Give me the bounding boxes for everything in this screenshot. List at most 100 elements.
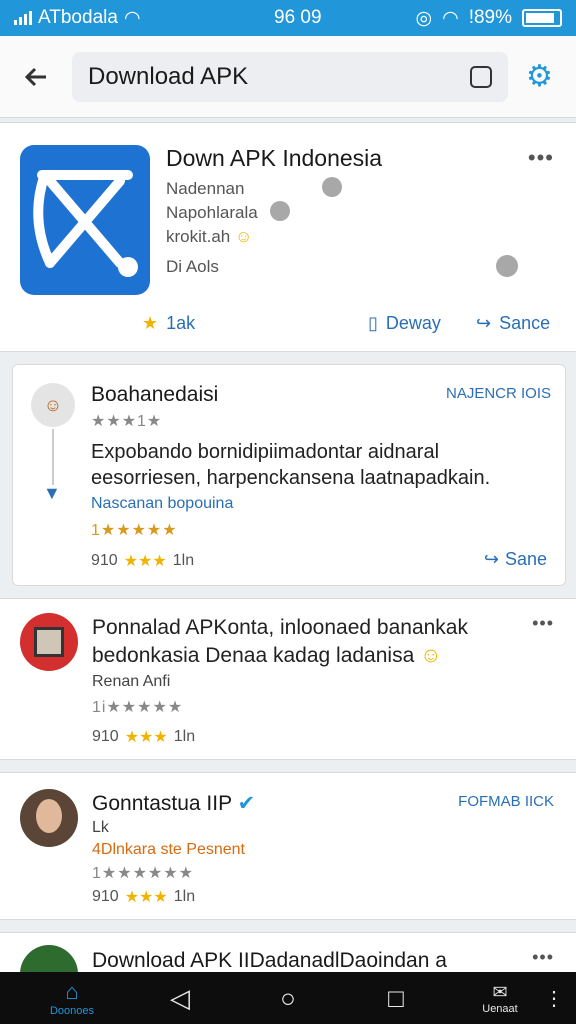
share-icon: ↪ — [476, 313, 492, 333]
review-body-line1: Expobando bornidipiimadontar aidnaral — [91, 441, 440, 463]
back-button[interactable]: ◁ — [160, 972, 200, 1024]
status-bar: ATbodala ◠ 96 09 ◎ ◠ !89% — [0, 0, 576, 36]
review-body-line2: eesorriesen, harpenckansena laatnapadkai… — [91, 467, 491, 489]
share-button[interactable]: ↪ Sance — [476, 313, 550, 334]
info-icon — [322, 177, 342, 197]
app-size: Di Aols — [166, 257, 219, 276]
nav-recent-label: Uenaat — [482, 1002, 518, 1015]
avatar-image — [34, 627, 64, 657]
app-category: Napohlarala — [166, 203, 258, 222]
verified-icon — [270, 201, 290, 221]
app-developer: Nadennan — [166, 179, 245, 198]
reviewer-name-text: Gonntastua IIP — [92, 792, 232, 815]
wifi-status-icon: ◠ — [442, 7, 459, 29]
footer-stars: ★★★ — [123, 553, 167, 570]
verified-badge-icon: ✔ — [237, 792, 256, 815]
home-icon: ⌂ — [65, 979, 79, 1004]
download-label: Deway — [385, 313, 441, 333]
clock: 96 09 — [274, 7, 322, 28]
back-triangle-icon: ◁ — [170, 982, 190, 1013]
bottom-nav-bar: ⌂ Doonoes ◁ ○ □ ✉ Uenaat ⋮ — [0, 972, 576, 1024]
star-icon: ★ — [142, 313, 159, 333]
tab-switcher-icon[interactable] — [470, 65, 492, 88]
reviewer-name-tail: IIDadanadlDaoindan a — [237, 949, 447, 972]
signal-icon — [14, 11, 32, 25]
review-sub-stars: 1★★★★★★ — [92, 865, 194, 882]
battery-percent: !89% — [468, 7, 512, 28]
review-subtitle: Renan Anfi — [92, 673, 171, 690]
avatar: ☺ — [31, 383, 75, 427]
smile-icon: ☺ — [234, 227, 253, 246]
gear-icon[interactable]: ⚙ — [526, 59, 553, 94]
footer-number: 910 — [92, 728, 119, 745]
overflow-menu-icon[interactable]: ⋮ — [544, 972, 564, 1024]
smile-icon: ☺ — [420, 644, 442, 667]
battery-icon — [522, 9, 562, 27]
app-bar: Download APK ⚙ — [0, 36, 576, 118]
footer-stars: ★★★ — [124, 889, 168, 906]
review-sub-stars: 1★★★★★ — [91, 522, 178, 539]
footer-number: 910 — [92, 888, 119, 905]
pin-icon: ▼ — [43, 483, 61, 503]
review-title-line1: Ponnalad APKonta, inloonaed banankak — [92, 616, 468, 639]
avatar-face — [36, 799, 62, 833]
app-logo — [20, 145, 150, 295]
footer-label: 1ln — [173, 888, 196, 905]
footer-label: 1ln — [172, 552, 195, 569]
review-sub-stars: 1i★★★★★ — [92, 699, 184, 716]
review-share-button[interactable]: ↪ Sane — [484, 549, 547, 570]
chat-icon: ✉ — [492, 981, 508, 1002]
app-title: Down APK Indonesia — [166, 145, 383, 171]
review-subtitle: Lk — [92, 819, 109, 836]
search-value: Download APK — [88, 62, 249, 90]
app-meta-line: krokit.ah ☺ — [166, 227, 252, 247]
avatar — [20, 789, 78, 847]
wifi-icon: ◠ — [123, 7, 141, 29]
recents-button[interactable]: □ — [376, 972, 416, 1024]
review-footer: 910 ★★★ 1ln — [92, 727, 195, 747]
download-status-icon — [496, 255, 518, 277]
footer-number: 910 — [91, 552, 118, 569]
share-label: Sane — [504, 549, 547, 569]
review-tag[interactable]: NAJENCR IOIS — [446, 385, 551, 402]
review-subtitle[interactable]: Nascanan bopouina — [91, 495, 233, 513]
share-icon: ↪ — [483, 549, 499, 569]
share-label: Sance — [499, 313, 551, 333]
review-stars: ★★★1★ — [91, 413, 163, 430]
nav-home[interactable]: ⌂ Doonoes — [40, 972, 104, 1024]
reviewer-name: Gonntastua IIP ✔ — [92, 791, 255, 816]
review-tag[interactable]: FOFMAB IICK — [458, 793, 554, 810]
review-title-line2: bedonkasia Denaa kadag ladanisa ☺ — [92, 643, 442, 669]
review-footer: 910 ★★★ 1ln — [91, 551, 194, 571]
footer-label: 1ln — [173, 728, 196, 745]
alarm-icon: ◎ — [415, 7, 433, 29]
review-title-text: bedonkasia Denaa kadag ladanisa — [92, 644, 415, 667]
nav-home-label: Doonoes — [49, 1005, 95, 1017]
review-footer: 910 ★★★ 1ln — [92, 887, 195, 907]
back-arrow-icon[interactable] — [16, 57, 56, 97]
avatar — [20, 613, 78, 671]
search-input[interactable]: Download APK — [72, 51, 508, 102]
review-highlight: 4Dlnkara ste Pesnent — [92, 841, 245, 858]
home-button[interactable]: ○ — [268, 972, 308, 1024]
reviewer-name-text: Download APK — [92, 949, 233, 972]
reviewer-name: Download APK IIDadanadlDaoindan a — [92, 949, 447, 973]
more-options-icon[interactable]: ••• — [528, 145, 554, 171]
rating-button[interactable]: ★ 1ak — [142, 313, 195, 334]
footer-stars: ★★★ — [124, 729, 168, 746]
app-header-card: Down APK Indonesia ••• Nadennan Napohlar… — [0, 122, 576, 352]
review-card[interactable]: Ponnalad APKonta, inloonaed banankak •••… — [0, 598, 576, 760]
download-button[interactable]: ▯ Deway — [368, 313, 441, 334]
rating-value: 1ak — [166, 313, 196, 333]
carrier-label: ATbodala — [38, 7, 118, 28]
recents-square-icon: □ — [388, 982, 404, 1013]
home-circle-icon: ○ — [280, 982, 296, 1013]
review-card[interactable]: ☺ ▼ Boahanedaisi NAJENCR IOIS ★★★1★ Expo… — [12, 364, 566, 586]
more-options-icon[interactable]: ••• — [532, 613, 554, 634]
thread-line — [52, 429, 54, 485]
nav-recent[interactable]: ✉ Uenaat — [470, 972, 530, 1024]
more-options-icon[interactable]: ••• — [532, 947, 554, 968]
reviewer-name: Boahanedaisi — [91, 383, 219, 406]
review-card[interactable]: Gonntastua IIP ✔ FOFMAB IICK Lk 4Dlnkara… — [0, 772, 576, 920]
app-meta-text: krokit.ah — [166, 227, 231, 246]
